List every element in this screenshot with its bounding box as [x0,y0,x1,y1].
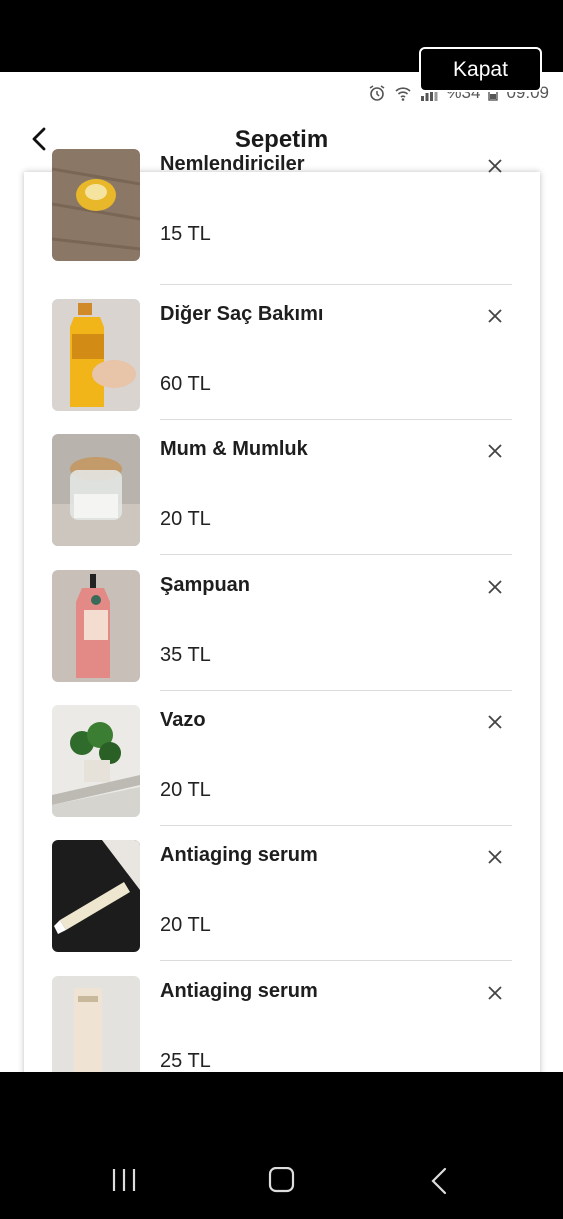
divider [160,960,512,961]
home-icon[interactable] [268,1167,296,1193]
divider [160,284,512,285]
cart-item[interactable]: Diğer Saç Bakımı 60 TL [24,299,540,434]
alarm-icon [370,85,385,101]
plant-vase-thumbnail [52,705,140,817]
divider [160,419,512,420]
close-overlay-button[interactable]: Kapat [419,47,542,92]
item-price: 20 TL [160,779,211,801]
close-icon[interactable] [486,578,504,596]
close-icon[interactable] [486,848,504,866]
shampoo-bottle-thumbnail [52,570,140,682]
close-icon[interactable] [486,442,504,460]
item-price: 20 TL [160,914,211,936]
divider [160,690,512,691]
item-price: 15 TL [160,223,211,245]
serum-bottle-thumbnail [52,976,140,1072]
item-price: 35 TL [160,644,211,666]
close-icon[interactable] [486,157,504,175]
item-price: 20 TL [160,508,211,530]
app-screen: %34 09:09 Sepetim Nemlendiriciler 15 TL [0,72,563,1072]
hair-oil-bottle-thumbnail [52,299,140,411]
item-name: Antiaging serum [160,980,318,1002]
item-name: Mum & Mumluk [160,438,308,460]
cart-item[interactable]: Antiaging serum 25 TL [24,976,540,1072]
item-price: 60 TL [160,373,211,395]
cart-item[interactable]: Mum & Mumluk 20 TL [24,434,540,569]
cream-jar-thumbnail [52,149,140,261]
wifi-icon [395,87,411,101]
cart-item[interactable]: Antiaging serum 20 TL [24,840,540,975]
back-icon[interactable] [428,1167,452,1195]
cart-item[interactable]: Şampuan 35 TL [24,570,540,705]
cart-item[interactable]: Nemlendiriciler 15 TL [24,149,540,285]
serum-tube-thumbnail [52,840,140,952]
close-icon[interactable] [486,984,504,1002]
divider [160,554,512,555]
recents-icon[interactable] [110,1167,138,1193]
candle-jar-thumbnail [52,434,140,546]
item-name: Şampuan [160,574,251,596]
item-name: Vazo [160,709,206,731]
item-name: Antiaging serum [160,844,318,866]
system-navigation-bar [0,1072,563,1219]
cart-item[interactable]: Vazo 20 TL [24,705,540,840]
item-name: Diğer Saç Bakımı [160,303,324,325]
close-icon[interactable] [486,307,504,325]
cart-card: Nemlendiriciler 15 TL Diğer Saç Bakımı 6… [24,149,540,1072]
divider [160,825,512,826]
item-price: 25 TL [160,1050,211,1072]
close-icon[interactable] [486,713,504,731]
item-name: Nemlendiriciler [160,153,305,175]
